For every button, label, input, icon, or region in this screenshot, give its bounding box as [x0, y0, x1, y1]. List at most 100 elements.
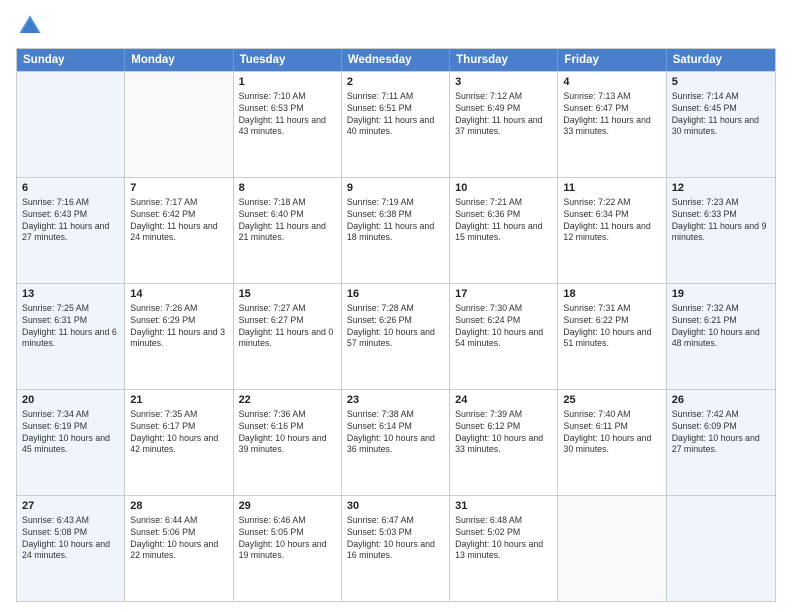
calendar-body: 1Sunrise: 7:10 AMSunset: 6:53 PMDaylight… — [17, 71, 775, 601]
cell-text: Sunrise: 6:47 AMSunset: 5:03 PMDaylight:… — [347, 515, 444, 563]
calendar-cell — [125, 72, 233, 177]
cell-text: Sunrise: 7:27 AMSunset: 6:27 PMDaylight:… — [239, 303, 336, 351]
calendar-week-row: 20Sunrise: 7:34 AMSunset: 6:19 PMDayligh… — [17, 389, 775, 495]
calendar: SundayMondayTuesdayWednesdayThursdayFrid… — [16, 48, 776, 602]
day-number: 27 — [22, 499, 119, 514]
day-number: 24 — [455, 393, 552, 408]
calendar-cell: 18Sunrise: 7:31 AMSunset: 6:22 PMDayligh… — [558, 284, 666, 389]
cell-text: Sunrise: 7:10 AMSunset: 6:53 PMDaylight:… — [239, 91, 336, 139]
page: SundayMondayTuesdayWednesdayThursdayFrid… — [0, 0, 792, 612]
cell-text: Sunrise: 7:16 AMSunset: 6:43 PMDaylight:… — [22, 197, 119, 245]
calendar-cell: 27Sunrise: 6:43 AMSunset: 5:08 PMDayligh… — [17, 496, 125, 601]
cell-text: Sunrise: 7:42 AMSunset: 6:09 PMDaylight:… — [672, 409, 770, 457]
cell-text: Sunrise: 7:40 AMSunset: 6:11 PMDaylight:… — [563, 409, 660, 457]
calendar-cell: 3Sunrise: 7:12 AMSunset: 6:49 PMDaylight… — [450, 72, 558, 177]
cell-text: Sunrise: 7:28 AMSunset: 6:26 PMDaylight:… — [347, 303, 444, 351]
day-number: 8 — [239, 181, 336, 196]
cell-text: Sunrise: 7:35 AMSunset: 6:17 PMDaylight:… — [130, 409, 227, 457]
calendar-cell: 22Sunrise: 7:36 AMSunset: 6:16 PMDayligh… — [234, 390, 342, 495]
calendar-week-row: 1Sunrise: 7:10 AMSunset: 6:53 PMDaylight… — [17, 71, 775, 177]
calendar-cell: 20Sunrise: 7:34 AMSunset: 6:19 PMDayligh… — [17, 390, 125, 495]
calendar-cell: 15Sunrise: 7:27 AMSunset: 6:27 PMDayligh… — [234, 284, 342, 389]
cell-text: Sunrise: 7:22 AMSunset: 6:34 PMDaylight:… — [563, 197, 660, 245]
day-number: 6 — [22, 181, 119, 196]
calendar-cell: 24Sunrise: 7:39 AMSunset: 6:12 PMDayligh… — [450, 390, 558, 495]
calendar-header-cell-thursday: Thursday — [450, 49, 558, 71]
calendar-cell: 29Sunrise: 6:46 AMSunset: 5:05 PMDayligh… — [234, 496, 342, 601]
calendar-header-cell-wednesday: Wednesday — [342, 49, 450, 71]
calendar-cell: 16Sunrise: 7:28 AMSunset: 6:26 PMDayligh… — [342, 284, 450, 389]
cell-text: Sunrise: 6:48 AMSunset: 5:02 PMDaylight:… — [455, 515, 552, 563]
day-number: 31 — [455, 499, 552, 514]
day-number: 20 — [22, 393, 119, 408]
day-number: 29 — [239, 499, 336, 514]
cell-text: Sunrise: 7:31 AMSunset: 6:22 PMDaylight:… — [563, 303, 660, 351]
calendar-cell: 30Sunrise: 6:47 AMSunset: 5:03 PMDayligh… — [342, 496, 450, 601]
calendar-cell: 19Sunrise: 7:32 AMSunset: 6:21 PMDayligh… — [667, 284, 775, 389]
day-number: 10 — [455, 181, 552, 196]
cell-text: Sunrise: 7:23 AMSunset: 6:33 PMDaylight:… — [672, 197, 770, 245]
day-number: 17 — [455, 287, 552, 302]
calendar-cell: 5Sunrise: 7:14 AMSunset: 6:45 PMDaylight… — [667, 72, 775, 177]
calendar-cell: 7Sunrise: 7:17 AMSunset: 6:42 PMDaylight… — [125, 178, 233, 283]
calendar-header-row: SundayMondayTuesdayWednesdayThursdayFrid… — [17, 49, 775, 71]
calendar-cell: 2Sunrise: 7:11 AMSunset: 6:51 PMDaylight… — [342, 72, 450, 177]
calendar-header-cell-saturday: Saturday — [667, 49, 775, 71]
cell-text: Sunrise: 7:25 AMSunset: 6:31 PMDaylight:… — [22, 303, 119, 351]
day-number: 18 — [563, 287, 660, 302]
header — [16, 12, 776, 40]
cell-text: Sunrise: 7:11 AMSunset: 6:51 PMDaylight:… — [347, 91, 444, 139]
calendar-cell: 4Sunrise: 7:13 AMSunset: 6:47 PMDaylight… — [558, 72, 666, 177]
day-number: 9 — [347, 181, 444, 196]
cell-text: Sunrise: 6:43 AMSunset: 5:08 PMDaylight:… — [22, 515, 119, 563]
calendar-cell: 11Sunrise: 7:22 AMSunset: 6:34 PMDayligh… — [558, 178, 666, 283]
calendar-cell: 8Sunrise: 7:18 AMSunset: 6:40 PMDaylight… — [234, 178, 342, 283]
day-number: 13 — [22, 287, 119, 302]
day-number: 11 — [563, 181, 660, 196]
logo — [16, 12, 46, 40]
calendar-cell: 21Sunrise: 7:35 AMSunset: 6:17 PMDayligh… — [125, 390, 233, 495]
cell-text: Sunrise: 7:12 AMSunset: 6:49 PMDaylight:… — [455, 91, 552, 139]
calendar-cell: 13Sunrise: 7:25 AMSunset: 6:31 PMDayligh… — [17, 284, 125, 389]
logo-icon — [16, 12, 44, 40]
calendar-header-cell-tuesday: Tuesday — [234, 49, 342, 71]
cell-text: Sunrise: 7:30 AMSunset: 6:24 PMDaylight:… — [455, 303, 552, 351]
cell-text: Sunrise: 7:34 AMSunset: 6:19 PMDaylight:… — [22, 409, 119, 457]
cell-text: Sunrise: 7:19 AMSunset: 6:38 PMDaylight:… — [347, 197, 444, 245]
cell-text: Sunrise: 6:44 AMSunset: 5:06 PMDaylight:… — [130, 515, 227, 563]
day-number: 14 — [130, 287, 227, 302]
calendar-cell: 28Sunrise: 6:44 AMSunset: 5:06 PMDayligh… — [125, 496, 233, 601]
calendar-cell: 25Sunrise: 7:40 AMSunset: 6:11 PMDayligh… — [558, 390, 666, 495]
day-number: 2 — [347, 75, 444, 90]
day-number: 15 — [239, 287, 336, 302]
calendar-cell: 9Sunrise: 7:19 AMSunset: 6:38 PMDaylight… — [342, 178, 450, 283]
calendar-cell — [17, 72, 125, 177]
calendar-header-cell-sunday: Sunday — [17, 49, 125, 71]
cell-text: Sunrise: 7:38 AMSunset: 6:14 PMDaylight:… — [347, 409, 444, 457]
calendar-cell: 6Sunrise: 7:16 AMSunset: 6:43 PMDaylight… — [17, 178, 125, 283]
day-number: 23 — [347, 393, 444, 408]
day-number: 19 — [672, 287, 770, 302]
calendar-cell: 14Sunrise: 7:26 AMSunset: 6:29 PMDayligh… — [125, 284, 233, 389]
calendar-week-row: 6Sunrise: 7:16 AMSunset: 6:43 PMDaylight… — [17, 177, 775, 283]
cell-text: Sunrise: 7:14 AMSunset: 6:45 PMDaylight:… — [672, 91, 770, 139]
cell-text: Sunrise: 7:21 AMSunset: 6:36 PMDaylight:… — [455, 197, 552, 245]
calendar-cell: 12Sunrise: 7:23 AMSunset: 6:33 PMDayligh… — [667, 178, 775, 283]
calendar-cell: 10Sunrise: 7:21 AMSunset: 6:36 PMDayligh… — [450, 178, 558, 283]
calendar-cell: 23Sunrise: 7:38 AMSunset: 6:14 PMDayligh… — [342, 390, 450, 495]
calendar-header-cell-friday: Friday — [558, 49, 666, 71]
cell-text: Sunrise: 7:13 AMSunset: 6:47 PMDaylight:… — [563, 91, 660, 139]
day-number: 4 — [563, 75, 660, 90]
day-number: 1 — [239, 75, 336, 90]
cell-text: Sunrise: 7:32 AMSunset: 6:21 PMDaylight:… — [672, 303, 770, 351]
day-number: 12 — [672, 181, 770, 196]
cell-text: Sunrise: 7:39 AMSunset: 6:12 PMDaylight:… — [455, 409, 552, 457]
day-number: 26 — [672, 393, 770, 408]
day-number: 25 — [563, 393, 660, 408]
calendar-cell — [667, 496, 775, 601]
day-number: 5 — [672, 75, 770, 90]
cell-text: Sunrise: 7:17 AMSunset: 6:42 PMDaylight:… — [130, 197, 227, 245]
calendar-cell: 26Sunrise: 7:42 AMSunset: 6:09 PMDayligh… — [667, 390, 775, 495]
calendar-cell: 31Sunrise: 6:48 AMSunset: 5:02 PMDayligh… — [450, 496, 558, 601]
calendar-week-row: 13Sunrise: 7:25 AMSunset: 6:31 PMDayligh… — [17, 283, 775, 389]
